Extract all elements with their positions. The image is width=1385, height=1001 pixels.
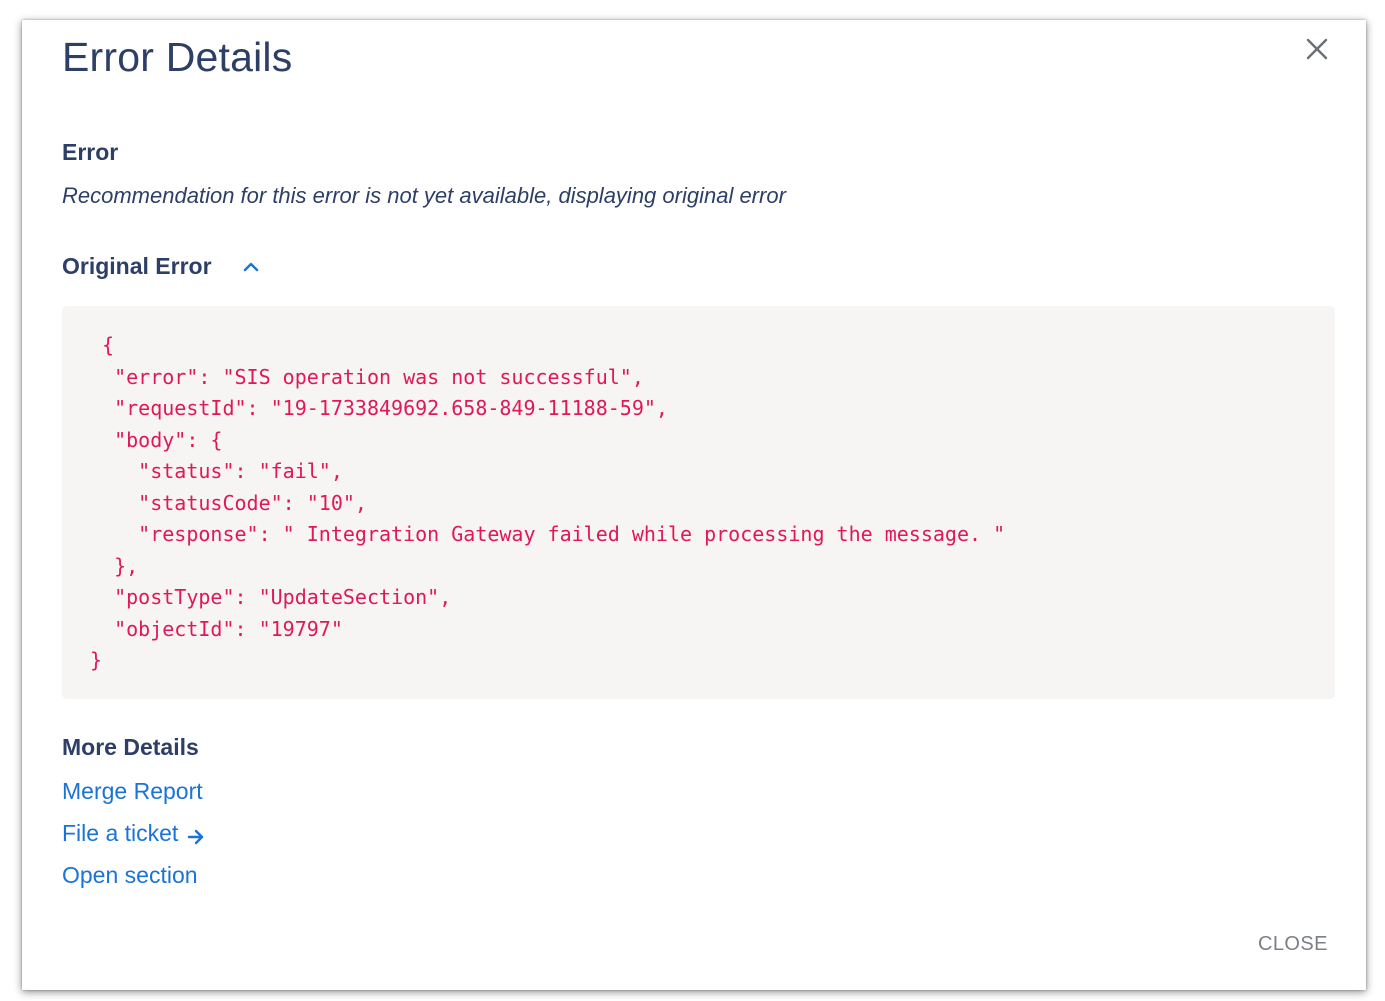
error-heading: Error	[62, 139, 119, 165]
original-error-heading: Original Error	[62, 253, 212, 279]
code-line: "error": "SIS operation was not successf…	[90, 364, 644, 389]
error-details-dialog: Error Details Error Recommendation for t…	[22, 20, 1366, 990]
code-line: "response": " Integration Gateway failed…	[90, 522, 1006, 546]
original-error-code-block: { "error": "SIS operation was not succes…	[62, 306, 1335, 699]
file-ticket-label: File a ticket	[62, 820, 179, 846]
open-section-link[interactable]: Open section	[62, 862, 198, 889]
merge-report-link[interactable]: Merge Report	[62, 778, 203, 805]
close-icon[interactable]	[1302, 34, 1332, 64]
code-line: "status": "fail",	[90, 459, 343, 483]
error-recommendation: Recommendation for this error is not yet…	[62, 183, 786, 208]
code-line: "statusCode": "10",	[90, 490, 367, 515]
code-line: }	[90, 648, 103, 672]
original-error-header[interactable]: Original Error	[62, 253, 260, 280]
dialog-title: Error Details	[62, 34, 293, 80]
code-line: },	[90, 553, 139, 578]
arrow-right-icon	[187, 825, 205, 844]
file-ticket-link[interactable]: File a ticket	[62, 820, 205, 847]
chevron-up-icon[interactable]	[242, 258, 260, 276]
more-details-heading: More Details	[62, 734, 199, 760]
code-line: {	[90, 333, 115, 357]
close-button[interactable]: CLOSE	[1258, 933, 1328, 956]
code-line: "body": {	[90, 427, 223, 452]
code-line: "objectId": "19797"	[90, 616, 343, 641]
code-line: "postType": "UpdateSection",	[90, 585, 452, 609]
code-line: "requestId": "19-1733849692.658-849-1118…	[90, 396, 668, 420]
